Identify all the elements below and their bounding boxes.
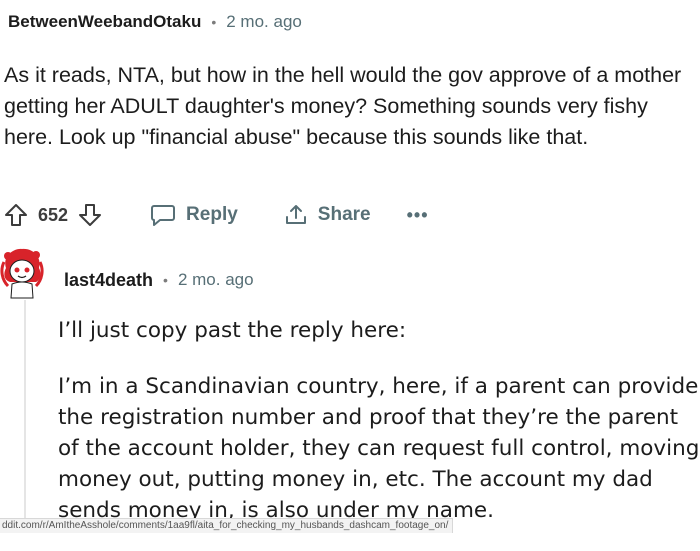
comment-author[interactable]: BetweenWeebandOtaku xyxy=(8,12,201,32)
meta-separator: • xyxy=(211,14,217,30)
share-button[interactable]: Share xyxy=(284,203,371,227)
upvote-button[interactable] xyxy=(4,203,28,227)
reply-paragraph: I’m in a Scandinavian country, here, if … xyxy=(58,374,700,523)
share-label: Share xyxy=(317,204,371,225)
ellipsis-icon: ••• xyxy=(406,204,429,225)
downvote-arrow-icon xyxy=(79,204,102,226)
reply-meta: last4death • 2 mo. ago xyxy=(64,268,254,292)
status-bar-url: ddit.com/r/AmItheAsshole/comments/1aa9fl… xyxy=(0,518,454,533)
upvote-arrow-icon xyxy=(5,204,27,226)
meta-separator: • xyxy=(163,272,168,288)
reply-button[interactable]: Reply xyxy=(150,203,238,227)
reply-age[interactable]: 2 mo. ago xyxy=(178,270,254,290)
thread-line[interactable] xyxy=(24,300,26,532)
speech-bubble-icon xyxy=(151,205,176,226)
vote-count: 652 xyxy=(38,204,69,225)
comment-meta: BetweenWeebandOtaku • 2 mo. ago xyxy=(8,11,302,33)
downvote-button[interactable] xyxy=(78,203,102,227)
more-options-button[interactable]: ••• xyxy=(407,205,429,226)
reply-label: Reply xyxy=(186,204,238,225)
reply-author[interactable]: last4death xyxy=(64,270,153,291)
comment-age[interactable]: 2 mo. ago xyxy=(226,12,302,32)
reply-body: I’ll just copy past the reply here: I’m … xyxy=(58,315,700,551)
comment-body: As it reads, NTA, but how in the hell wo… xyxy=(4,63,682,149)
reply-paragraph: I’ll just copy past the reply here: xyxy=(58,318,407,343)
avatar[interactable] xyxy=(0,246,44,304)
share-arrow-icon xyxy=(285,205,306,224)
comment-actions: 652 Reply Share ••• xyxy=(4,199,429,231)
